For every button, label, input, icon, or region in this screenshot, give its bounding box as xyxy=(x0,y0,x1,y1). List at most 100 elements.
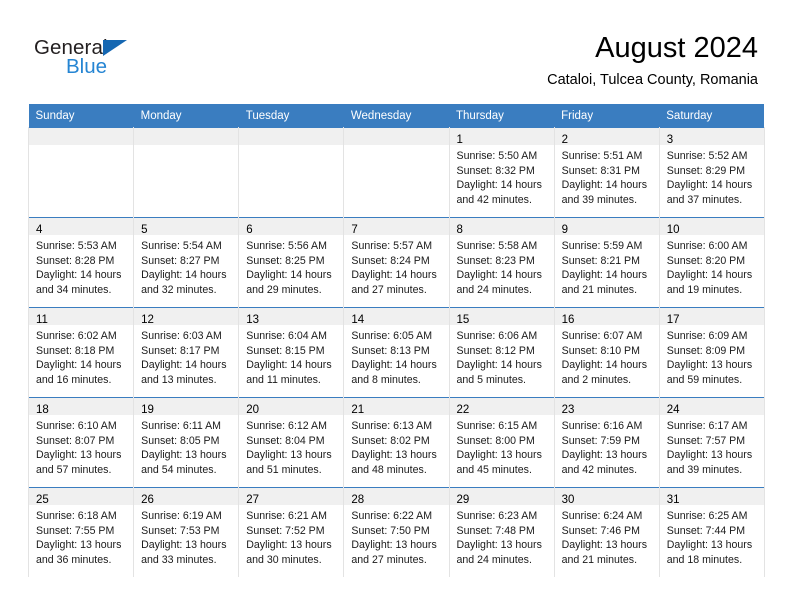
sunset-text: Sunset: 8:15 PM xyxy=(246,344,325,357)
day-cell[interactable]: 7 Sunrise: 5:57 AM Sunset: 8:24 PM Daylight… xyxy=(343,217,450,308)
day-number: 3 xyxy=(666,134,674,146)
day-cell[interactable]: 12 Sunrise: 6:03 AM Sunset: 8:17 PM Dayligh… xyxy=(133,307,240,398)
day-cell[interactable]: 21 Sunrise: 6:13 AM Sunset: 8:02 PM Dayligh… xyxy=(343,397,450,488)
day-cell[interactable]: 31 Sunrise: 6:25 AM Sunset: 7:44 PM Dayligh… xyxy=(658,487,765,577)
day-number-band: 7 xyxy=(344,218,449,236)
day-cell[interactable]: 27 Sunrise: 6:21 AM Sunset: 7:52 PM Dayligh… xyxy=(238,487,345,577)
sunset-text: Sunset: 8:12 PM xyxy=(456,344,535,357)
daylight-text-line2: and 19 minutes. xyxy=(666,283,743,296)
day-cell[interactable]: 10 Sunrise: 6:00 AM Sunset: 8:20 PM Dayligh… xyxy=(658,217,765,308)
day-number-band: 16 xyxy=(554,308,659,326)
sunset-text: Sunset: 7:46 PM xyxy=(561,524,640,537)
daylight-text-line1: Daylight: 13 hours xyxy=(351,449,437,462)
day-cell[interactable]: 3 Sunrise: 5:52 AM Sunset: 8:29 PM Daylight… xyxy=(658,127,765,218)
daylight-text-line1: Daylight: 13 hours xyxy=(561,449,648,462)
day-cell[interactable]: 14 Sunrise: 6:05 AM Sunset: 8:13 PM Dayligh… xyxy=(343,307,450,398)
daylight-text-line1: Daylight: 14 hours xyxy=(141,359,227,372)
day-number-band: 13 xyxy=(239,308,344,326)
day-cell[interactable]: 24 Sunrise: 6:17 AM Sunset: 7:57 PM Dayligh… xyxy=(658,397,765,488)
day-cell[interactable]: 4 Sunrise: 5:53 AM Sunset: 8:28 PM Daylight… xyxy=(27,217,135,308)
sunrise-text: Sunrise: 6:03 AM xyxy=(141,330,222,342)
daylight-text-line1: Daylight: 14 hours xyxy=(456,179,542,192)
day-cell[interactable]: 28 Sunrise: 6:22 AM Sunset: 7:50 PM Dayligh… xyxy=(343,487,450,577)
day-cell-empty xyxy=(27,127,135,218)
day-number-band: 2 xyxy=(554,128,659,146)
day-cell-empty xyxy=(238,127,345,218)
day-cell[interactable]: 13 Sunrise: 6:04 AM Sunset: 8:15 PM Dayligh… xyxy=(238,307,345,398)
day-number: 14 xyxy=(351,314,365,326)
day-cell[interactable]: 9 Sunrise: 5:59 AM Sunset: 8:21 PM Daylight… xyxy=(553,217,660,308)
day-number: 31 xyxy=(666,494,680,506)
sunrise-text: Sunrise: 6:21 AM xyxy=(246,510,327,522)
daylight-text-line2: and 8 minutes. xyxy=(351,373,421,386)
daylight-text-line1: Daylight: 13 hours xyxy=(246,539,332,552)
day-number-band xyxy=(239,128,344,145)
sunrise-text: Sunrise: 6:24 AM xyxy=(561,510,643,522)
daylight-text-line2: and 13 minutes. xyxy=(141,373,217,386)
daylight-text-line1: Daylight: 14 hours xyxy=(351,269,437,282)
daylight-text-line1: Daylight: 14 hours xyxy=(561,179,648,192)
daylight-text-line2: and 36 minutes. xyxy=(36,553,112,566)
day-cell[interactable]: 20 Sunrise: 6:12 AM Sunset: 8:04 PM Dayligh… xyxy=(238,397,345,488)
sunset-text: Sunset: 7:48 PM xyxy=(456,524,535,537)
day-cell-body: Sunrise: 6:06 AM Sunset: 8:12 PM Daylight:… xyxy=(450,325,554,387)
sunrise-text: Sunrise: 5:58 AM xyxy=(456,240,538,252)
day-cell[interactable]: 8 Sunrise: 5:58 AM Sunset: 8:23 PM Daylight… xyxy=(448,217,555,308)
sunrise-text: Sunrise: 5:57 AM xyxy=(351,240,433,252)
day-cell[interactable]: 1 Sunrise: 5:50 AM Sunset: 8:32 PM Daylight… xyxy=(448,127,555,218)
day-cell-body: Sunrise: 5:58 AM Sunset: 8:23 PM Daylight:… xyxy=(450,235,554,297)
weekday-header-sunday: Sunday xyxy=(28,104,134,128)
day-cell[interactable]: 19 Sunrise: 6:11 AM Sunset: 8:05 PM Dayligh… xyxy=(133,397,240,488)
daylight-text-line1: Daylight: 14 hours xyxy=(36,269,122,282)
day-cell[interactable]: 17 Sunrise: 6:09 AM Sunset: 8:09 PM Dayligh… xyxy=(658,307,765,398)
day-number: 13 xyxy=(246,314,260,326)
sunset-text: Sunset: 8:21 PM xyxy=(561,254,640,267)
sunset-text: Sunset: 8:20 PM xyxy=(666,254,746,267)
sunset-text: Sunset: 8:27 PM xyxy=(141,254,220,267)
day-number-band: 23 xyxy=(554,398,659,416)
sunset-text: Sunset: 7:55 PM xyxy=(36,524,115,537)
daylight-text-line2: and 51 minutes. xyxy=(246,463,322,476)
day-cell[interactable]: 2 Sunrise: 5:51 AM Sunset: 8:31 PM Daylight… xyxy=(553,127,660,218)
day-cell[interactable]: 18 Sunrise: 6:10 AM Sunset: 8:07 PM Dayligh… xyxy=(27,397,135,488)
sunrise-text: Sunrise: 6:07 AM xyxy=(561,330,643,342)
day-cell[interactable]: 11 Sunrise: 6:02 AM Sunset: 8:18 PM Dayligh… xyxy=(27,307,135,398)
day-cell-empty xyxy=(343,127,450,218)
day-cell-body: Sunrise: 6:23 AM Sunset: 7:48 PM Daylight:… xyxy=(450,505,554,567)
sunset-text: Sunset: 8:18 PM xyxy=(36,344,115,357)
day-number: 21 xyxy=(351,404,365,416)
sunset-text: Sunset: 7:53 PM xyxy=(141,524,220,537)
sunrise-text: Sunrise: 6:06 AM xyxy=(456,330,538,342)
day-number-band: 3 xyxy=(659,128,764,146)
sunset-text: Sunset: 8:25 PM xyxy=(246,254,325,267)
daylight-text-line1: Daylight: 13 hours xyxy=(351,539,437,552)
sunrise-text: Sunrise: 5:52 AM xyxy=(666,150,748,162)
day-number-band: 4 xyxy=(29,218,134,236)
day-cell[interactable]: 23 Sunrise: 6:16 AM Sunset: 7:59 PM Dayligh… xyxy=(553,397,660,488)
day-number: 30 xyxy=(561,494,575,506)
day-cell[interactable]: 16 Sunrise: 6:07 AM Sunset: 8:10 PM Dayligh… xyxy=(553,307,660,398)
day-number-band: 8 xyxy=(449,218,554,236)
day-cell[interactable]: 22 Sunrise: 6:15 AM Sunset: 8:00 PM Dayligh… xyxy=(448,397,555,488)
day-cell[interactable]: 25 Sunrise: 6:18 AM Sunset: 7:55 PM Dayligh… xyxy=(27,487,135,577)
day-number-band: 22 xyxy=(449,398,554,416)
sunset-text: Sunset: 8:28 PM xyxy=(36,254,115,267)
calendar-week-row: 4 Sunrise: 5:53 AM Sunset: 8:28 PM Daylight… xyxy=(27,217,765,308)
day-cell[interactable]: 29 Sunrise: 6:23 AM Sunset: 7:48 PM Dayligh… xyxy=(448,487,555,577)
daylight-text-line1: Daylight: 13 hours xyxy=(456,539,542,552)
sunset-text: Sunset: 8:31 PM xyxy=(561,164,640,177)
daylight-text-line2: and 5 minutes. xyxy=(456,373,527,386)
daylight-text-line2: and 33 minutes. xyxy=(141,553,217,566)
day-cell[interactable]: 6 Sunrise: 5:56 AM Sunset: 8:25 PM Daylight… xyxy=(238,217,345,308)
daylight-text-line2: and 57 minutes. xyxy=(36,463,112,476)
general-blue-logo[interactable]: General Blue xyxy=(34,36,154,88)
page-subtitle: Cataloi, Tulcea County, Romania xyxy=(547,72,758,88)
daylight-text-line1: Daylight: 13 hours xyxy=(36,449,122,462)
day-cell[interactable]: 15 Sunrise: 6:06 AM Sunset: 8:12 PM Dayligh… xyxy=(448,307,555,398)
day-cell[interactable]: 30 Sunrise: 6:24 AM Sunset: 7:46 PM Dayligh… xyxy=(553,487,660,577)
sunset-text: Sunset: 8:23 PM xyxy=(456,254,535,267)
daylight-text-line2: and 27 minutes. xyxy=(351,553,427,566)
day-cell[interactable]: 26 Sunrise: 6:19 AM Sunset: 7:53 PM Dayligh… xyxy=(133,487,240,577)
day-cell[interactable]: 5 Sunrise: 5:54 AM Sunset: 8:27 PM Daylight… xyxy=(133,217,240,308)
daylight-text-line1: Daylight: 14 hours xyxy=(666,269,753,282)
